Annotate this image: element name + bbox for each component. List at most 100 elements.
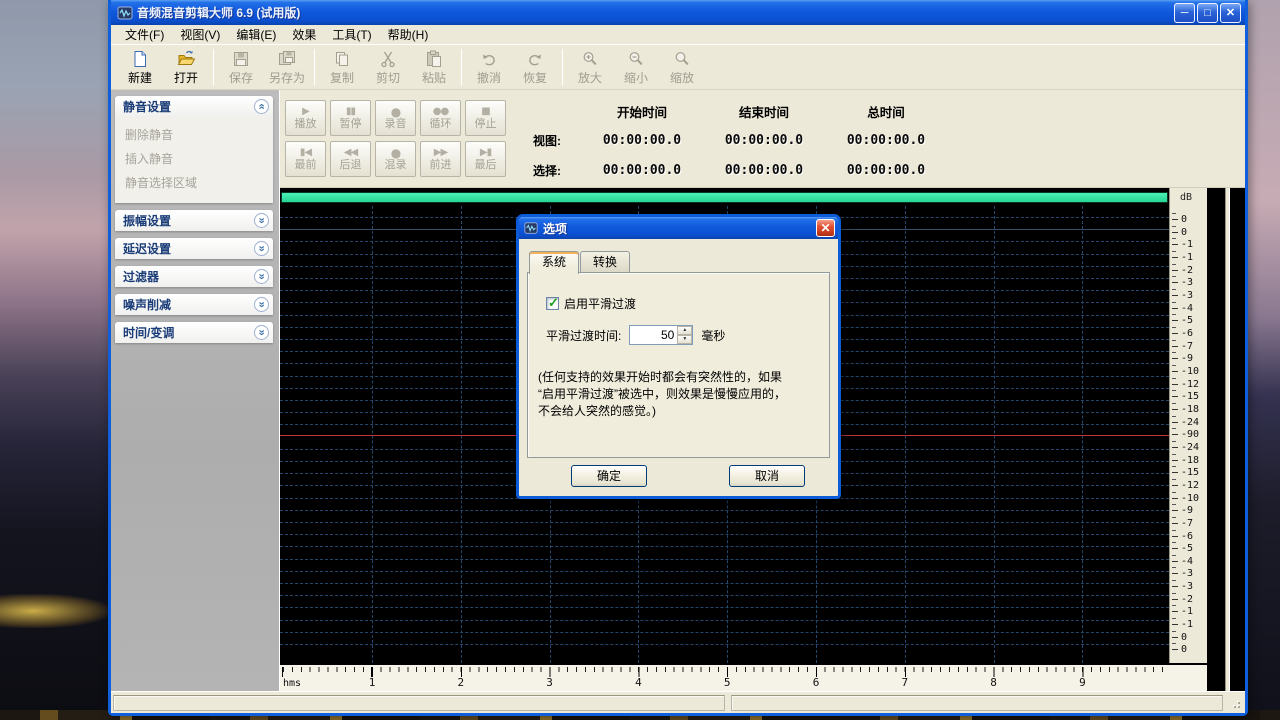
sidebar-pane-header[interactable]: 振幅设置 » (115, 210, 273, 231)
spin-up-icon[interactable]: ▲ (677, 326, 692, 335)
redo-icon (525, 49, 545, 69)
toolbar-button-save[interactable]: 保存 (218, 47, 264, 87)
sidebar-pane-title: 噪声削减 (123, 296, 171, 313)
transport-row: ▮◀最前◀◀后退●混录▶▶前进▶▮最后 (285, 141, 517, 177)
sidebar-pane-title: 延迟设置 (123, 240, 171, 257)
sidebar-pane-title: 振幅设置 (123, 212, 171, 229)
zoom-in-icon (580, 49, 600, 69)
app-icon (117, 5, 133, 21)
resize-grip[interactable] (1229, 697, 1241, 709)
transport-button-mix[interactable]: ●混录 (375, 141, 416, 177)
sidebar-item[interactable]: 插入静音 (125, 147, 273, 171)
zoom-out-icon (626, 49, 646, 69)
db-unit-label: dB (1180, 192, 1192, 203)
time-value: 00:00:00.0 (581, 158, 703, 188)
time-ruler[interactable]: hms 123456789 (280, 663, 1207, 691)
menu-item[interactable]: 工具(T) (324, 24, 379, 45)
ruler-number: 4 (635, 676, 642, 689)
spin-label: 平滑过渡时间: (546, 327, 621, 344)
transport-button-first[interactable]: ▮◀最前 (285, 141, 326, 177)
expand-chevron-icon[interactable]: » (254, 241, 269, 256)
toolbar-button-redo[interactable]: 恢复 (512, 47, 558, 87)
toolbar-separator (213, 49, 214, 85)
mix-icon: ● (391, 147, 400, 159)
expand-chevron-icon[interactable]: » (254, 325, 269, 340)
status-panel-right (731, 695, 1223, 711)
app-titlebar: 音频混音剪辑大师 6.9 (试用版) ─ □ ✕ (111, 0, 1245, 25)
toolbar-button-save-as[interactable]: 另存为 (264, 47, 310, 87)
desktop-sky-right (1246, 0, 1280, 720)
menu-item[interactable]: 编辑(E) (228, 24, 284, 45)
menu-item[interactable]: 帮助(H) (380, 24, 437, 45)
window-title: 音频混音剪辑大师 6.9 (试用版) (137, 4, 1174, 21)
transport-button-last[interactable]: ▶▮最后 (465, 141, 506, 177)
loop-icon: ●● (433, 106, 448, 118)
sidebar-pane-header[interactable]: 延迟设置 » (115, 238, 273, 259)
toolbar-button-zoom-in[interactable]: 放大 (567, 47, 613, 87)
tab-convert[interactable]: 转换 (580, 251, 630, 272)
spin-down-icon[interactable]: ▼ (677, 335, 692, 344)
toolbar-button-label: 撤消 (477, 69, 501, 86)
ruler-number: 3 (546, 676, 553, 689)
menu-item[interactable]: 文件(F) (117, 24, 172, 45)
menu-item[interactable]: 视图(V) (172, 24, 228, 45)
sidebar-pane: 振幅设置 » (115, 210, 273, 231)
smooth-transition-checkbox[interactable]: ✓ (546, 297, 559, 310)
transport-button-label: 前进 (430, 159, 452, 172)
ruler-number: 7 (901, 676, 908, 689)
maximize-button[interactable]: □ (1197, 3, 1218, 23)
record-icon: ● (391, 106, 400, 118)
expand-chevron-icon[interactable]: » (254, 213, 269, 228)
ruler-unit-label: hms (283, 678, 301, 689)
open-folder-icon (176, 49, 196, 69)
transport-button-forward[interactable]: ▶▶前进 (420, 141, 461, 177)
dialog-close-icon[interactable]: ✕ (816, 219, 835, 237)
transport-button-loop[interactable]: ●●循环 (420, 100, 461, 136)
sidebar-pane: 延迟设置 » (115, 238, 273, 259)
transport-button-rewind[interactable]: ◀◀后退 (330, 141, 371, 177)
sidebar-pane-header[interactable]: 噪声削减 » (115, 294, 273, 315)
transport-button-pause[interactable]: ▮▮暂停 (330, 100, 371, 136)
close-button[interactable]: ✕ (1220, 3, 1241, 23)
selection-bar[interactable] (281, 192, 1168, 203)
sidebar-pane-header[interactable]: 过滤器» (115, 266, 273, 287)
cancel-button[interactable]: 取消 (729, 465, 805, 487)
tab-system[interactable]: 系统 (529, 251, 579, 274)
sidebar-pane: 噪声削减 » (115, 294, 273, 315)
toolbar-button-zoom[interactable]: 缩放 (659, 47, 705, 87)
sidebar-pane-header[interactable]: 时间/变调» (115, 322, 273, 343)
sidebar-pane: 时间/变调» (115, 322, 273, 343)
toolbar-button-zoom-out[interactable]: 缩小 (613, 47, 659, 87)
db-scale: dB 00-1-1-2-3-3-4-5-6-7-9-10-12-15-18-24… (1169, 188, 1207, 663)
menu-item[interactable]: 效果 (284, 24, 324, 45)
time-column-header: 开始时间 (581, 102, 703, 128)
v-gridline (1082, 206, 1083, 663)
toolbar-button-open-folder[interactable]: 打开 (163, 47, 209, 87)
sidebar-pane-header[interactable]: 静音设置« (115, 96, 273, 117)
h-gridline (280, 632, 1169, 633)
expand-chevron-icon[interactable]: » (254, 297, 269, 312)
toolbar-button-new-file[interactable]: 新建 (117, 47, 163, 87)
ok-button[interactable]: 确定 (571, 465, 647, 487)
spin-unit-label: 毫秒 (701, 327, 725, 344)
expand-chevron-icon[interactable]: » (254, 269, 269, 284)
toolbar-button-paste[interactable]: 粘贴 (411, 47, 457, 87)
minimize-button[interactable]: ─ (1174, 3, 1195, 23)
sidebar-item[interactable]: 删除静音 (125, 123, 273, 147)
toolbar-button-copy[interactable]: 复制 (319, 47, 365, 87)
toolbar-button-label: 恢复 (523, 69, 547, 86)
collapse-chevron-icon[interactable]: « (254, 99, 269, 114)
transport-button-play[interactable]: ▶播放 (285, 100, 326, 136)
h-gridline (280, 534, 1169, 535)
sidebar-pane: 静音设置« 删除静音插入静音静音选择区域 (115, 96, 273, 203)
toolbar-button-label: 复制 (330, 69, 354, 86)
transport-button-label: 最前 (295, 159, 317, 172)
sidebar-item[interactable]: 静音选择区域 (125, 171, 273, 195)
ruler-number: 8 (990, 676, 997, 689)
toolbar-button-undo[interactable]: 撤消 (466, 47, 512, 87)
transport-button-record[interactable]: ●录音 (375, 100, 416, 136)
dialog-note-text: (任何支持的效果开始时都会有突然性的，如果“启用平滑过渡”被选中，则效果是慢慢应… (538, 369, 821, 420)
toolbar-button-cut[interactable]: 剪切 (365, 47, 411, 87)
play-icon: ▶ (302, 106, 309, 118)
transport-button-stop[interactable]: ■停止 (465, 100, 506, 136)
